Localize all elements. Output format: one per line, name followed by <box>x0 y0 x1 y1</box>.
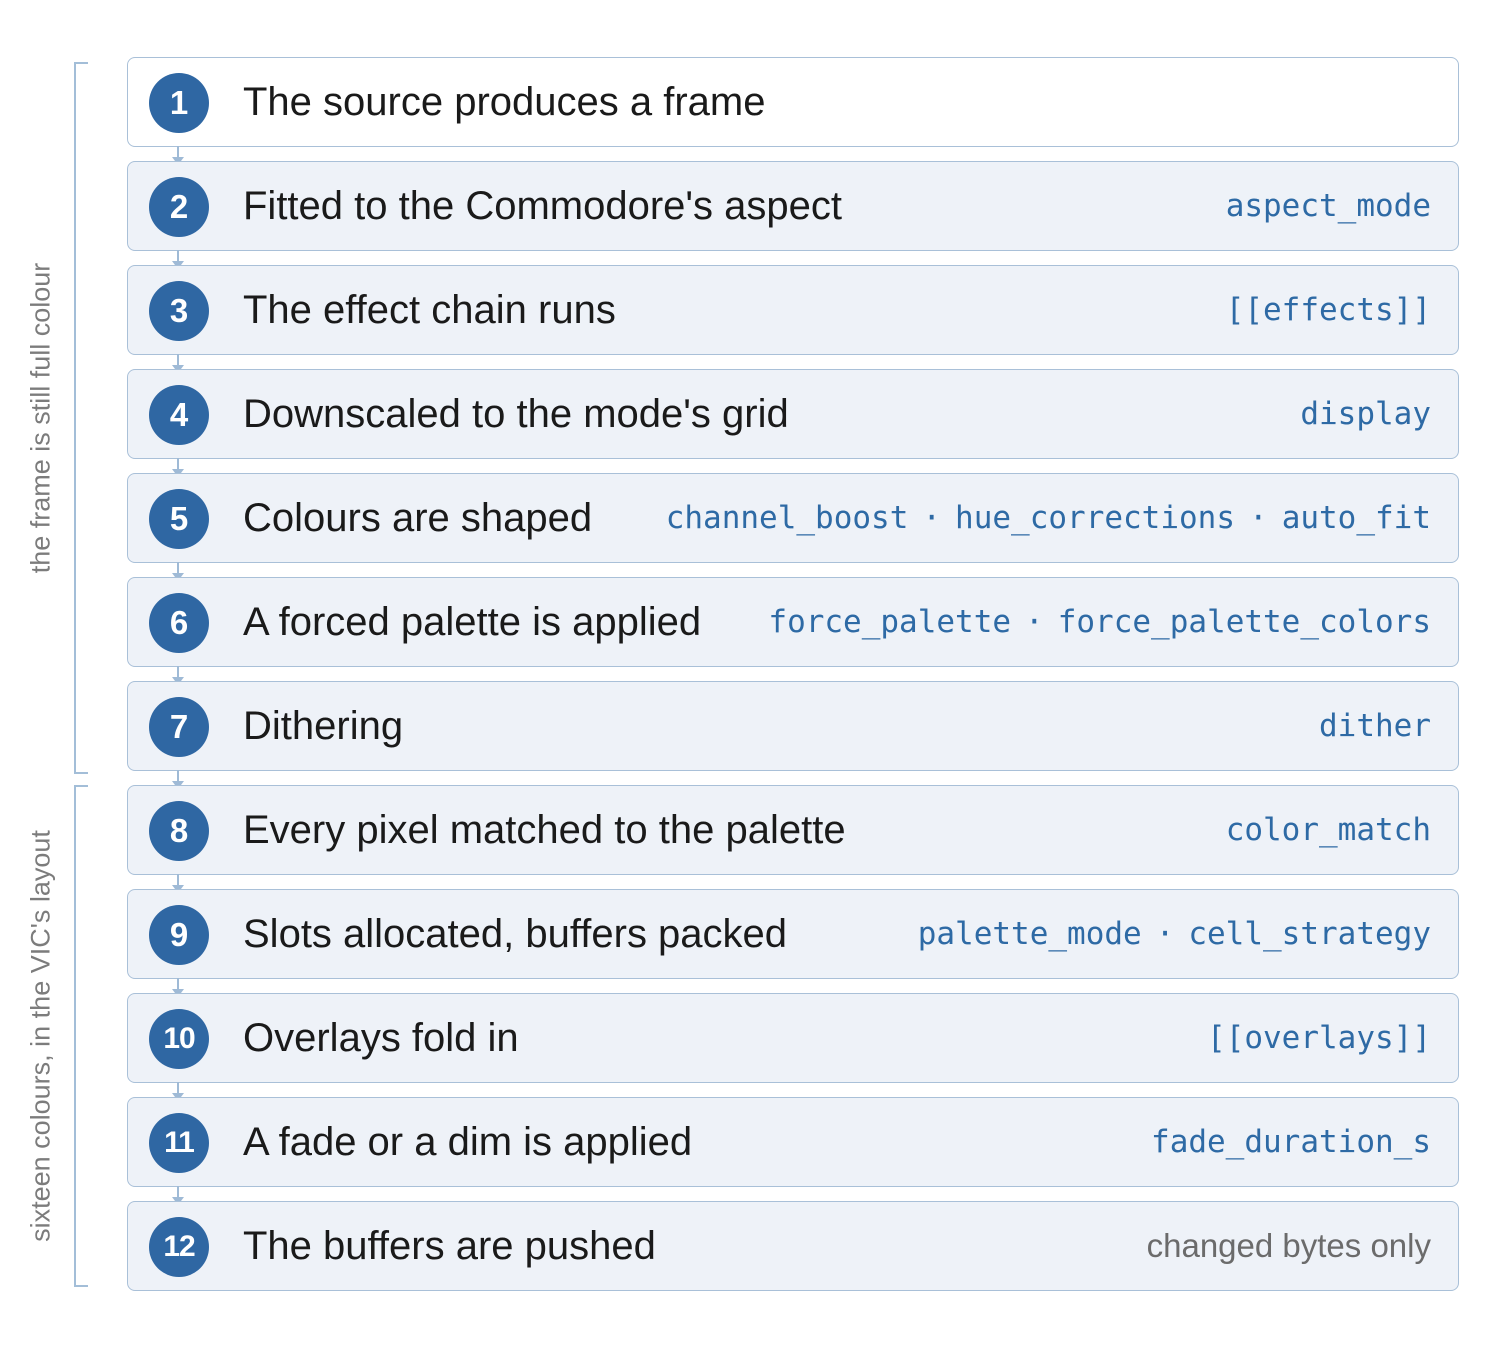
phase-bracket-sixteen-colours <box>74 785 88 1287</box>
step-config-keys: dither <box>1319 682 1431 770</box>
pipeline-step: 5 Colours are shaped channel_boost · hue_cor… <box>127 473 1459 563</box>
step-config-keys: [[effects]] <box>1226 266 1431 354</box>
step-title: A forced palette is applied <box>243 600 702 644</box>
config-key: force_palette <box>768 604 1012 640</box>
pipeline-step: 4 Downscaled to the mode's grid display <box>127 369 1459 459</box>
step-config-keys: fade_duration_s <box>1151 1098 1431 1186</box>
step-title: Fitted to the Commodore's aspect <box>243 184 843 228</box>
pipeline-step: 1 The source produces a frame <box>127 57 1459 147</box>
step-config-keys: display <box>1300 370 1431 458</box>
step-config-keys: aspect_mode <box>1226 162 1431 250</box>
step-title: Colours are shaped <box>243 496 593 540</box>
step-title: The source produces a frame <box>243 80 766 124</box>
pipeline-step: 7 Dithering dither <box>127 681 1459 771</box>
pipeline-step: 10 Overlays fold in [[overlays]] <box>127 993 1459 1083</box>
config-key: force_palette_colors <box>1057 604 1431 640</box>
step-title: The buffers are pushed <box>243 1224 656 1268</box>
step-number-badge: 12 <box>149 1217 209 1277</box>
pipeline-step: 6 A forced palette is applied force_palett… <box>127 577 1459 667</box>
phase-label-full-colour-text: the frame is still full colour <box>25 262 56 574</box>
config-key: cell_strategy <box>1188 916 1431 952</box>
pipeline-step: 12 The buffers are pushed changed bytes on… <box>127 1201 1459 1291</box>
step-title: Slots allocated, buffers packed <box>243 912 788 956</box>
step-number-badge: 4 <box>149 385 209 445</box>
config-key: [[overlays]] <box>1207 1020 1431 1056</box>
step-number-badge: 10 <box>149 1009 209 1069</box>
step-number-badge: 2 <box>149 177 209 237</box>
step-number-badge: 11 <box>149 1113 209 1173</box>
pipeline-step: 8 Every pixel matched to the palette color… <box>127 785 1459 875</box>
step-config-keys: force_palette · force_palette_colors <box>768 578 1431 666</box>
phase-label-sixteen-colours-text: sixteen colours, in the VIC's layout <box>25 830 56 1242</box>
step-number-badge: 8 <box>149 801 209 861</box>
config-key: display <box>1300 396 1431 432</box>
config-key-separator: · <box>922 500 942 536</box>
config-key: auto_fit <box>1281 500 1431 536</box>
step-number-badge: 1 <box>149 73 209 133</box>
step-number-badge: 5 <box>149 489 209 549</box>
step-title: Dithering <box>243 704 404 748</box>
config-key: fade_duration_s <box>1151 1124 1431 1160</box>
pipeline-step: 2 Fitted to the Commodore's aspect aspect_… <box>127 161 1459 251</box>
step-title: A fade or a dim is applied <box>243 1120 693 1164</box>
step-title: Downscaled to the mode's grid <box>243 392 789 436</box>
step-title: Every pixel matched to the palette <box>243 808 846 852</box>
step-config-keys: color_match <box>1226 786 1431 874</box>
step-config-keys: [[overlays]] <box>1207 994 1431 1082</box>
pipeline-step: 3 The effect chain runs [[effects]] <box>127 265 1459 355</box>
config-key: color_match <box>1225 812 1431 848</box>
step-config-keys: channel_boost · hue_corrections · auto_fit <box>666 474 1431 562</box>
step-number-badge: 7 <box>149 697 209 757</box>
step-title: Overlays fold in <box>243 1016 519 1060</box>
config-key-separator: · <box>1025 604 1044 640</box>
step-title: The effect chain runs <box>243 288 616 332</box>
config-key: dither <box>1319 708 1431 744</box>
pipeline-step: 11 A fade or a dim is applied fade_duratio… <box>127 1097 1459 1187</box>
config-key-separator: · <box>1249 500 1268 536</box>
step-note: changed bytes only <box>1146 1227 1431 1264</box>
config-key: channel_boost <box>665 500 909 536</box>
phase-bracket-full-colour <box>74 62 88 774</box>
pipeline-step: 9 Slots allocated, buffers packed palette_… <box>127 889 1459 979</box>
config-key: [[effects]] <box>1225 292 1431 328</box>
step-config-keys: palette_mode · cell_strategy <box>918 890 1431 978</box>
config-key: hue_corrections <box>955 500 1236 536</box>
config-key-separator: · <box>1155 916 1175 952</box>
step-number-badge: 9 <box>149 905 209 965</box>
step-number-badge: 6 <box>149 593 209 653</box>
step-number-badge: 3 <box>149 281 209 341</box>
config-key: palette_mode <box>917 916 1142 952</box>
config-key: aspect_mode <box>1225 188 1431 224</box>
